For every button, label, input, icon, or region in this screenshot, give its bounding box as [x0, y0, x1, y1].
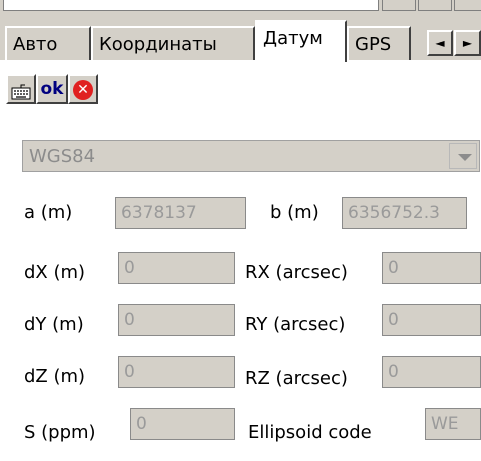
- tab-scroll-right-button[interactable]: ►: [454, 30, 481, 56]
- ok-button[interactable]: ok: [36, 74, 68, 104]
- ry-label: RY (arcsec): [245, 314, 346, 335]
- datum-select-value: WGS84: [29, 146, 96, 167]
- tab-label: Координаты: [99, 34, 217, 55]
- dy-field[interactable]: 0: [118, 304, 235, 336]
- tab-gps[interactable]: GPS: [347, 26, 411, 60]
- rz-label: RZ (arcsec): [245, 368, 348, 389]
- dz-label: dZ (m): [24, 366, 86, 387]
- keyboard-icon: [11, 82, 31, 108]
- ok-label: ok: [40, 79, 64, 99]
- tab-label: Авто: [13, 34, 58, 55]
- cancel-button[interactable]: ✕: [68, 74, 98, 104]
- tab-label: GPS: [355, 34, 392, 55]
- chevron-right-icon: ►: [462, 36, 473, 50]
- b-field[interactable]: 6356752.3: [342, 197, 467, 229]
- a-field[interactable]: 6378137: [115, 197, 246, 229]
- ellipsoid-code-field[interactable]: WE: [425, 408, 481, 440]
- dx-label: dX (m): [24, 262, 86, 283]
- keyboard-button[interactable]: [6, 74, 36, 104]
- cancel-icon: ✕: [73, 80, 93, 100]
- tab-koordinaty[interactable]: Координаты: [91, 26, 255, 60]
- tab-avto[interactable]: Авто: [5, 26, 91, 60]
- ry-field[interactable]: 0: [382, 304, 481, 336]
- rx-label: RX (arcsec): [245, 262, 348, 283]
- ellipsoid-code-label: Ellipsoid code: [248, 422, 372, 443]
- top-input-remnant: [3, 0, 379, 11]
- tab-label: Датум: [263, 28, 323, 49]
- rz-field[interactable]: 0: [382, 356, 481, 388]
- rx-field[interactable]: 0: [382, 252, 481, 284]
- dz-field[interactable]: 0: [118, 356, 235, 388]
- a-label: a (m): [24, 202, 73, 223]
- tab-datum[interactable]: Датум: [255, 20, 347, 62]
- chevron-left-icon: ◄: [435, 36, 445, 50]
- b-label: b (m): [270, 202, 319, 223]
- dx-field[interactable]: 0: [118, 252, 235, 284]
- s-field[interactable]: 0: [130, 408, 235, 440]
- chevron-down-icon: [458, 154, 472, 161]
- top-button-remnant: [382, 0, 416, 11]
- top-button-remnant: [418, 0, 452, 11]
- datum-select-dropdown-button[interactable]: [449, 143, 477, 169]
- tab-scroll-left-button[interactable]: ◄: [427, 30, 453, 56]
- s-label: S (ppm): [24, 422, 96, 443]
- top-button-remnant: [454, 0, 481, 11]
- datum-select[interactable]: WGS84: [22, 140, 480, 172]
- dy-label: dY (m): [24, 314, 84, 335]
